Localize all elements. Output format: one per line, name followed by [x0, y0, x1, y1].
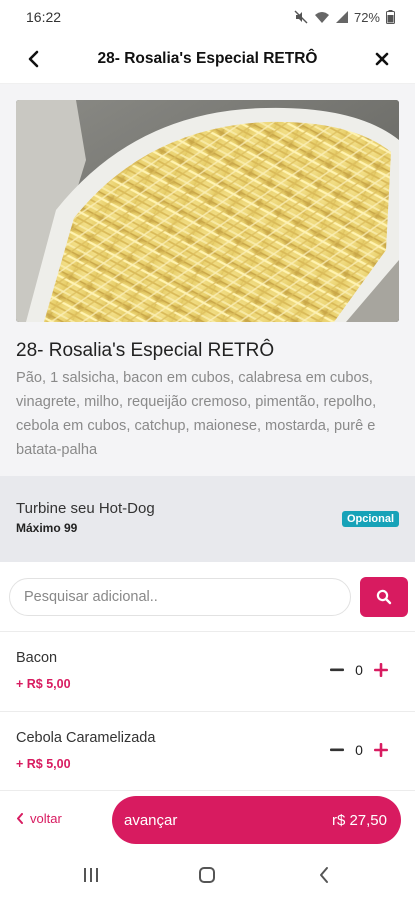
product-name: 28- Rosalia's Especial RETRÔ — [16, 340, 275, 361]
plus-icon — [374, 743, 388, 757]
optional-badge: Opcional — [341, 511, 399, 527]
close-button[interactable] — [371, 48, 393, 70]
product-details: 28- Rosalia's Especial RETRÔ Pão, 1 sals… — [0, 84, 415, 476]
back-button[interactable] — [22, 47, 46, 71]
addon-group-header: Turbine seu Hot-Dog Máximo 99 Opcional — [0, 476, 415, 562]
home-icon — [199, 867, 215, 883]
wifi-icon — [314, 11, 329, 23]
status-time: 16:22 — [26, 9, 62, 25]
advance-label: avançar — [124, 811, 178, 829]
app-header: 28- Rosalia's Especial RETRÔ — [0, 34, 415, 84]
addon-price: + R$ 5,00 — [16, 677, 71, 691]
chevron-left-icon — [17, 813, 23, 824]
recent-apps-button[interactable] — [79, 864, 103, 886]
product-description: Pão, 1 salsicha, bacon em cubos, calabre… — [16, 370, 377, 458]
system-back-button[interactable] — [312, 864, 336, 886]
decrease-button[interactable] — [329, 660, 345, 680]
plus-icon — [374, 663, 388, 677]
close-icon — [375, 52, 389, 66]
increase-button[interactable] — [373, 740, 389, 760]
quantity-value: 0 — [355, 742, 363, 758]
recent-apps-icon — [84, 868, 98, 882]
page-title: 28- Rosalia's Especial RETRÔ — [97, 49, 318, 67]
addon-search-input[interactable] — [9, 578, 351, 616]
addon-name: Cebola Caramelizada — [16, 730, 156, 746]
battery-icon — [386, 10, 395, 24]
advance-button[interactable]: avançar r$ 27,50 — [112, 796, 401, 844]
minus-icon — [330, 668, 344, 672]
minus-icon — [330, 748, 344, 752]
order-total: r$ 27,50 — [331, 811, 387, 829]
quantity-value: 0 — [355, 662, 363, 678]
back-link-label: voltar — [30, 811, 62, 826]
battery-level: 72% — [353, 9, 380, 25]
addon-group-limit: Máximo 99 — [16, 521, 78, 535]
back-arrow-icon — [320, 867, 328, 883]
mute-icon — [294, 10, 308, 24]
addon-price: + R$ 5,00 — [16, 757, 71, 771]
search-icon — [376, 589, 392, 605]
system-nav-bar — [0, 850, 415, 900]
bottom-action-bar: voltar avançar r$ 27,50 — [0, 790, 415, 850]
status-icons: 72% — [294, 10, 395, 25]
potato-sticks-photo — [16, 100, 399, 322]
quantity-stepper: 0 — [329, 740, 389, 760]
signal-icon — [335, 11, 348, 23]
addon-name: Bacon — [16, 650, 58, 666]
home-button[interactable] — [195, 864, 219, 886]
back-link[interactable]: voltar — [16, 811, 62, 826]
status-bar: 16:22 72% — [0, 0, 415, 34]
quantity-stepper: 0 — [329, 660, 389, 680]
chevron-left-icon — [28, 50, 39, 68]
addon-group-title: Turbine seu Hot-Dog — [16, 500, 155, 517]
search-button[interactable] — [360, 577, 408, 617]
increase-button[interactable] — [373, 660, 389, 680]
addon-item: Cebola Caramelizada + R$ 5,00 0 — [0, 712, 415, 792]
product-image — [16, 100, 399, 322]
decrease-button[interactable] — [329, 740, 345, 760]
addon-item: Bacon + R$ 5,00 0 — [0, 632, 415, 712]
addon-search-row — [0, 562, 415, 632]
